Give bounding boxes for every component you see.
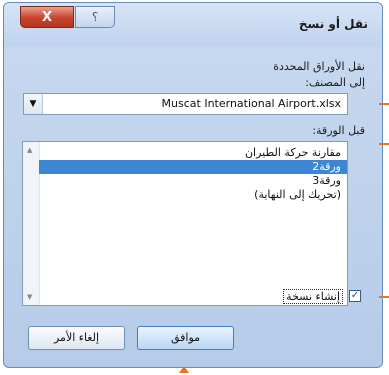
list-item[interactable]: مقارنة حركة الطيران [39,146,347,160]
scroll-up-icon[interactable]: ▲ [27,146,32,154]
ok-button[interactable]: موافق [137,326,234,350]
dialog-title: نقل أو نسخ [298,17,368,31]
to-book-dropdown[interactable]: ▼ Muscat International Airport.xlsx [23,93,348,115]
help-button[interactable]: ؟ [75,6,115,28]
chevron-down-icon[interactable]: ▼ [24,94,43,114]
list-item[interactable]: ورقة3 [39,174,347,188]
callout-marker [379,143,389,145]
cancel-button[interactable]: إلغاء الأمر [28,326,125,350]
sheets-list[interactable]: ▲ ▼ مقارنة حركة الطيران ورقة2 ورقة3 (تحر… [22,141,348,306]
scroll-down-icon[interactable]: ▼ [27,293,32,301]
callout-arrow [179,366,189,373]
create-copy-label[interactable]: إنشاء نسخة [283,289,343,304]
to-book-value: Muscat International Airport.xlsx [161,97,341,110]
list-item[interactable]: (تحريك إلى النهاية) [39,188,347,202]
before-sheet-label: قبل الورقة: [312,124,365,137]
create-copy-checkbox[interactable]: ✓ [349,290,361,302]
title-bar: نقل أو نسخ X ؟ [4,3,382,47]
close-button[interactable]: X [20,6,74,28]
to-book-label: إلى المصنف: [305,76,365,89]
list-item-selected[interactable]: ورقة2 [39,160,347,174]
callout-marker [379,103,389,105]
move-selected-label: نقل الأوراق المحددة [273,60,365,73]
scrollbar[interactable]: ▲ ▼ [23,142,40,305]
callout-marker [379,296,389,298]
